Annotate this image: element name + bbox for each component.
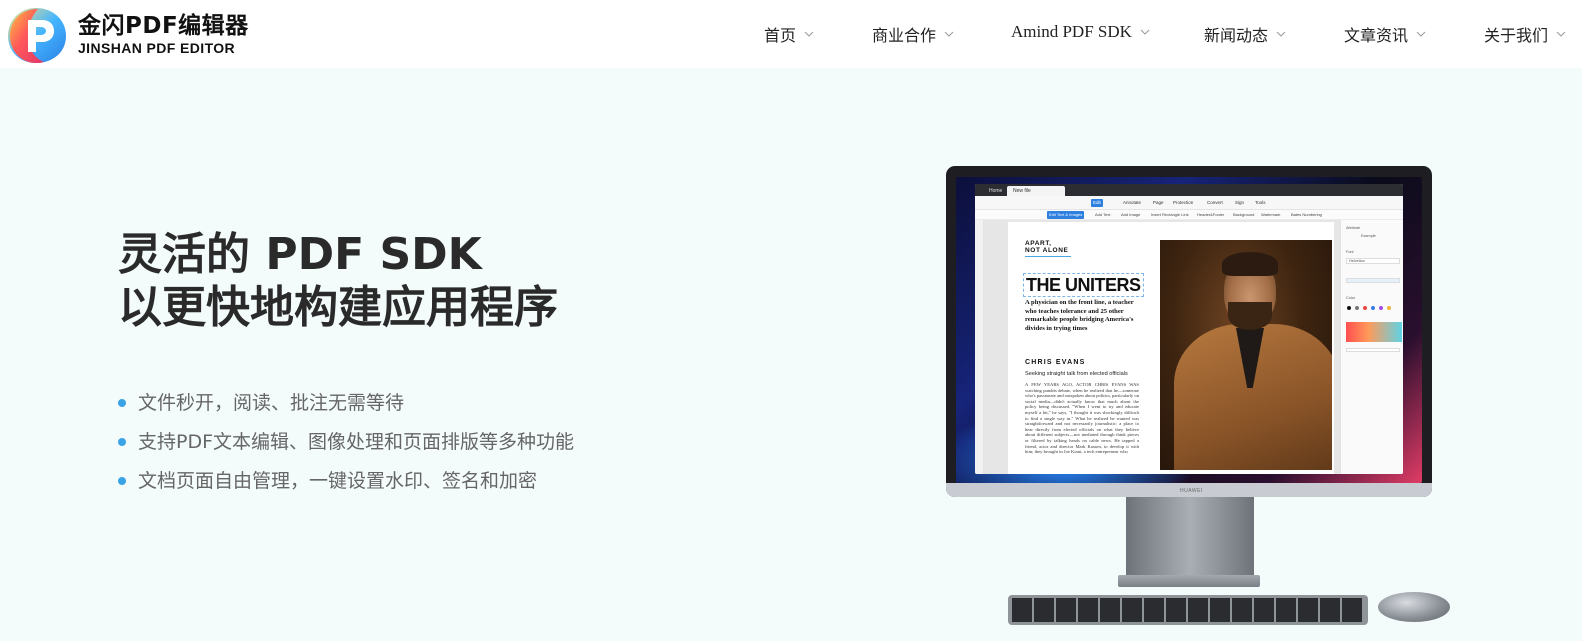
doc-subtitle: A physician on the front line, a teacher… <box>1025 299 1134 332</box>
app-subtoolbar: Edit Text & Images Add Text Add Image In… <box>975 210 1403 220</box>
panel-section-label: Attribute <box>1346 226 1361 230</box>
doc-kicker-rule <box>1025 256 1071 257</box>
keyboard-image <box>1008 595 1368 625</box>
app-tab-newfile: New file <box>1007 186 1065 196</box>
swatch-red-icon <box>1363 306 1367 310</box>
subbar-watermark: Watermark <box>1261 212 1281 217</box>
feature-item: 文件秒开，阅读、批注无需等待 <box>118 386 574 425</box>
panel-color-label: Color <box>1346 296 1356 300</box>
nav-item-sdk[interactable]: Amind PDF SDK <box>1011 22 1150 42</box>
subbar-bates: Bates Numbering <box>1291 212 1322 217</box>
nav-item-label: 新闻动态 <box>1204 26 1269 45</box>
toolbar-edit: Edit <box>1091 199 1103 207</box>
swatch-gray-icon <box>1355 306 1359 310</box>
doc-lede: Seeking straight talk from elected offic… <box>1025 371 1128 377</box>
keyboard-keys <box>1012 598 1364 622</box>
hero-headline: 灵活的 PDF SDK 以更快地构建应用程序 <box>118 228 558 334</box>
doc-portrait-photo <box>1160 240 1332 470</box>
toolbar-annotate: Annotate <box>1123 200 1142 205</box>
nav-item-label: 首页 <box>764 26 797 45</box>
swatch-yellow-icon <box>1387 306 1391 310</box>
toolbar-convert: Convert <box>1207 200 1223 205</box>
app-tab-bar: Home New file <box>975 184 1403 196</box>
doc-author: CHRIS EVANS <box>1025 359 1086 366</box>
feature-item: 支持PDF文本编辑、图像处理和页面排版等多种功能 <box>118 425 574 464</box>
toolbar-tools: Tools <box>1255 200 1266 205</box>
subbar-header-footer: Header&Footer <box>1197 212 1225 217</box>
subbar-edit-text: Edit Text & Images <box>1047 211 1085 219</box>
app-toolbar: Edit Annotate Page Protection Convert Si… <box>975 196 1403 210</box>
nav-item-news[interactable]: 新闻动态 <box>1204 22 1286 46</box>
bullet-dot-icon <box>118 438 126 446</box>
hero-headline-line2: 以更快地构建应用程序 <box>118 282 558 333</box>
feature-list: 文件秒开，阅读、批注无需等待 支持PDF文本编辑、图像处理和页面排版等多种功能 … <box>118 386 574 503</box>
monitor-stand-base <box>1118 575 1260 587</box>
document-canvas: APART, NOT ALONE THE UNITERS A physician… <box>984 220 1340 474</box>
app-left-rail <box>975 220 984 474</box>
bullet-dot-icon <box>118 399 126 407</box>
hero-headline-line1: 灵活的 PDF SDK <box>118 229 482 280</box>
doc-title: THE UNITERS <box>1023 273 1144 297</box>
nav-item-label: Amind PDF SDK <box>1011 22 1132 41</box>
chevron-down-icon <box>804 31 814 37</box>
panel-font-value: Helvetica <box>1349 259 1365 263</box>
chevron-down-icon <box>1416 31 1426 37</box>
main-nav: 首页 商业合作 Amind PDF SDK 新闻动态 文章资讯 关于我们 <box>0 0 1582 68</box>
subbar-add-image: Add Image <box>1121 212 1141 217</box>
doc-kicker: APART, NOT ALONE <box>1025 240 1069 254</box>
toolbar-protection: Protection <box>1173 200 1194 205</box>
swatch-black-icon <box>1347 306 1351 310</box>
pdf-editor-app-window: Home New file Edit Annotate Page Protect… <box>975 184 1403 474</box>
photo-beard <box>1228 302 1272 330</box>
nav-item-articles[interactable]: 文章资讯 <box>1344 22 1426 46</box>
feature-text: 文档页面自由管理，一键设置水印、签名和加密 <box>138 470 538 492</box>
chevron-down-icon <box>1556 31 1566 37</box>
nav-item-label: 商业合作 <box>872 26 937 45</box>
swatch-purple-icon <box>1379 306 1383 310</box>
swatch-blue-icon <box>1371 306 1375 310</box>
panel-align-row <box>1346 278 1400 283</box>
document-page: APART, NOT ALONE THE UNITERS A physician… <box>1008 222 1334 474</box>
toolbar-page: Page <box>1153 200 1164 205</box>
nav-item-business[interactable]: 商业合作 <box>872 22 954 46</box>
panel-font-label: Font <box>1346 250 1354 254</box>
subbar-add-text: Add Text <box>1095 212 1111 217</box>
bullet-dot-icon <box>118 477 126 485</box>
photo-hair <box>1222 252 1278 276</box>
feature-text: 文件秒开，阅读、批注无需等待 <box>138 392 405 414</box>
site-header: 金闪PDF编辑器 JINSHAN PDF EDITOR 首页 商业合作 Amin… <box>0 0 1582 68</box>
subbar-link: Insert Rectangle Link <box>1151 212 1189 217</box>
nav-item-about[interactable]: 关于我们 <box>1484 22 1566 46</box>
doc-body: A FEW YEARS AGO, ACTOR CHRIS EVANS WAS w… <box>1025 382 1139 455</box>
panel-font-select: Helvetica <box>1346 258 1400 264</box>
app-tab-home: Home <box>989 188 1003 194</box>
panel-sample: Example <box>1361 234 1376 238</box>
app-properties-panel: Attribute Example Font Helvetica Color <box>1340 220 1403 474</box>
mouse-image <box>1378 592 1450 622</box>
toolbar-sign: Sign <box>1235 200 1245 205</box>
monitor-brand: HUAWEI <box>1180 488 1203 494</box>
feature-text: 支持PDF文本编辑、图像处理和页面排版等多种功能 <box>138 431 575 453</box>
nav-item-home[interactable]: 首页 <box>764 22 814 46</box>
monitor-stand <box>1126 497 1254 577</box>
chevron-down-icon <box>1140 29 1150 35</box>
subbar-background: Background <box>1233 212 1255 217</box>
nav-item-label: 关于我们 <box>1484 26 1549 45</box>
panel-color-gradient <box>1346 322 1402 342</box>
chevron-down-icon <box>944 31 954 37</box>
feature-item: 文档页面自由管理，一键设置水印、签名和加密 <box>118 464 574 503</box>
panel-opacity-slider <box>1346 348 1400 352</box>
nav-item-label: 文章资讯 <box>1344 26 1409 45</box>
chevron-down-icon <box>1276 31 1286 37</box>
